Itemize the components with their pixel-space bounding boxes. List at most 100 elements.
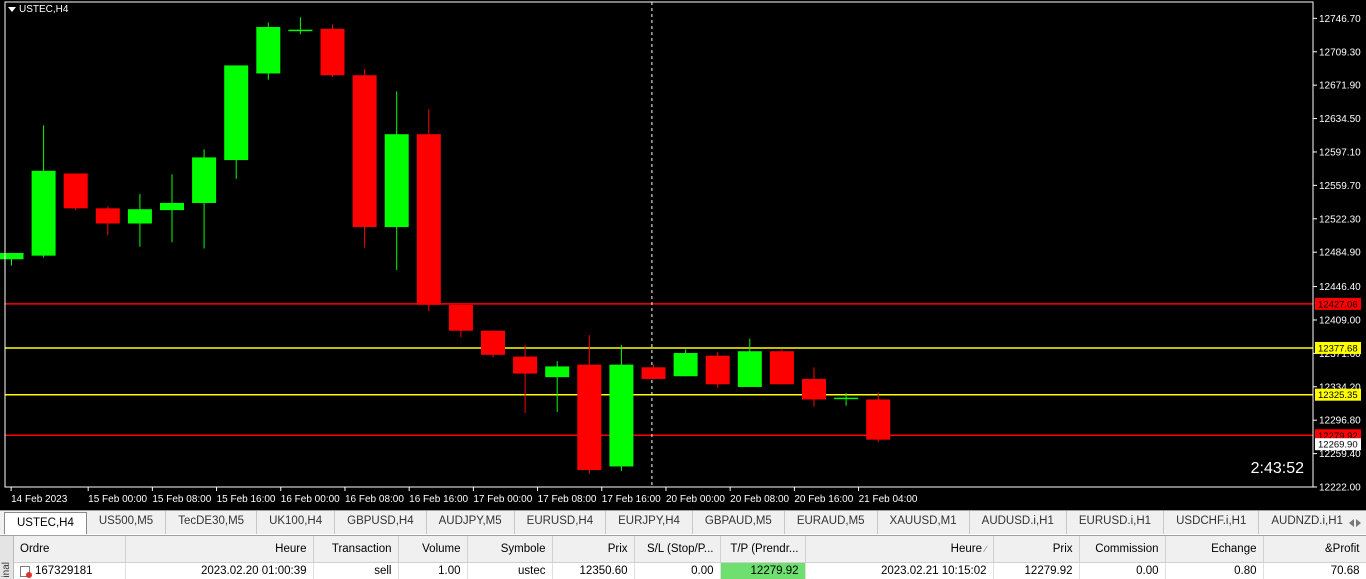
chart-tab[interactable]: UK100,H4: [257, 511, 336, 534]
y-tick-label: 12446.40: [1319, 282, 1361, 293]
terminal-side-tab[interactable]: inal: [0, 536, 14, 579]
symbol-title[interactable]: USTEC,H4: [8, 4, 68, 15]
cell-value: 12279.92: [1024, 565, 1073, 578]
y-tick-label: 12409.00: [1319, 315, 1361, 326]
candle-body: [95, 208, 120, 224]
chart-tab[interactable]: TecDE30,M5: [166, 511, 258, 534]
table-cell: 167329181: [14, 562, 126, 579]
current-price-label: 12269.90: [1318, 440, 1358, 451]
table-cell: 0.80: [1165, 562, 1264, 579]
column-header-label: Transaction: [331, 542, 392, 555]
table-row[interactable]: 167329181 2023.02.20 01:00:39 sell 1.00 uste…: [14, 562, 1366, 579]
table-cell: 12350.60: [552, 562, 635, 579]
chart-area[interactable]: 12746.70 12709.30 12671.90 12634.50 12597.10…: [0, 0, 1366, 510]
cell-value: 167329181: [35, 565, 93, 578]
column-header[interactable]: Symbole: [467, 536, 553, 563]
orders-table: Ordre Heure Transaction Volume Symbole Prix S/…: [14, 536, 1366, 579]
triangle-down-icon: [8, 6, 16, 12]
chart-tab[interactable]: EURUSD.i,H1: [1067, 511, 1165, 534]
candle-body: [641, 367, 666, 379]
candle-body: [192, 157, 217, 203]
candle-body: [224, 65, 249, 161]
candle: [416, 109, 441, 312]
candle-body: [673, 353, 698, 377]
column-header[interactable]: Transaction: [313, 536, 399, 563]
chart-tab[interactable]: AUDNZD.i,H1: [1259, 511, 1356, 534]
x-tick-label: 15 Feb 00:00: [88, 494, 147, 505]
chart-tab[interactable]: USDCHF.i,H1: [1164, 511, 1260, 534]
column-header-label: Prix: [607, 542, 628, 555]
chart-tab[interactable]: EURAUD,M5: [785, 511, 878, 534]
chart-tab[interactable]: GBPAUD,M5: [693, 511, 785, 534]
column-header-label: Commission: [1095, 542, 1159, 555]
x-tick-label: 16 Feb 00:00: [281, 494, 340, 505]
table-cell: 0.00: [1079, 562, 1166, 579]
chart-tab[interactable]: XAUUSD,M1: [878, 511, 970, 534]
x-tick-label: 17 Feb 16:00: [602, 494, 661, 505]
y-tick-label: 12671.90: [1319, 81, 1361, 92]
candle: [63, 173, 88, 211]
chart-tab[interactable]: EURJPY,H4: [606, 511, 693, 534]
column-header[interactable]: T/P (Prendr...: [720, 536, 806, 563]
candle: [320, 24, 345, 78]
y-tick-label: 12559.70: [1319, 181, 1361, 192]
price-chart[interactable]: 12746.70 12709.30 12671.90 12634.50 12597.10…: [0, 0, 1366, 510]
candle-body: [160, 202, 184, 211]
table-header-row: Ordre Heure Transaction Volume Symbole Prix S/…: [14, 536, 1366, 563]
column-header[interactable]: S/L (Stop/P...: [634, 536, 721, 563]
column-header-label: Symbole: [500, 542, 546, 555]
chart-tabs: USTEC,H4 US500,M5 TecDE30,M5 UK100,H4 GBPUSD…: [0, 510, 1366, 534]
candle-body: [481, 330, 505, 355]
x-tick-label: 16 Feb 16:00: [409, 494, 468, 505]
arrow-right-icon[interactable]: [1356, 518, 1361, 527]
column-header[interactable]: Heure ∕: [805, 536, 994, 563]
column-header[interactable]: Heure: [125, 536, 314, 563]
level-price-label: 12325.35: [1318, 390, 1358, 401]
column-header[interactable]: Echange: [1165, 536, 1264, 563]
cell-value: 12350.60: [579, 565, 628, 578]
table-cell: 2023.02.20 01:00:39: [125, 562, 314, 579]
column-header-label: S/L (Stop/P...: [647, 542, 714, 555]
cell-value: 2023.02.21 10:15:02: [880, 565, 987, 578]
sort-indicator-icon: ∕: [984, 543, 987, 554]
candle-body: [802, 378, 826, 400]
chart-tab[interactable]: USTEC,H4: [4, 512, 87, 534]
cell-value: 0.80: [1234, 565, 1257, 578]
column-header[interactable]: Prix: [552, 536, 635, 563]
candle: [256, 22, 281, 80]
candle-body: [737, 351, 762, 387]
chart-tab[interactable]: AUDJPY,M5: [427, 511, 515, 534]
column-header[interactable]: Ordre: [14, 536, 126, 563]
column-header[interactable]: &Profit: [1263, 536, 1366, 563]
column-header-label: Prix: [1052, 542, 1073, 555]
candle-body: [0, 252, 24, 260]
column-header[interactable]: Prix: [993, 536, 1080, 563]
candle-body: [769, 351, 794, 385]
column-header-label: &Profit: [1324, 542, 1360, 555]
x-tick-label: 20 Feb 00:00: [666, 494, 725, 505]
y-tick-label: 12484.90: [1319, 248, 1361, 259]
chart-tab[interactable]: US500,M5: [87, 511, 167, 534]
column-header[interactable]: Commission: [1079, 536, 1166, 563]
table-cell: 12279.92: [720, 562, 806, 579]
y-tick-label: 12709.30: [1319, 47, 1361, 58]
candle-body: [705, 355, 730, 385]
symbol-title-text: USTEC,H4: [19, 4, 69, 15]
x-tick-label: 21 Feb 04:00: [859, 494, 918, 505]
x-tick-label: 16 Feb 08:00: [345, 494, 404, 505]
table-cell: sell: [313, 562, 399, 579]
cell-value: 12279.92: [750, 565, 799, 578]
chart-tab[interactable]: EURUSD,H4: [515, 511, 607, 534]
plot-background: [0, 0, 1366, 510]
candle-body: [609, 364, 634, 467]
column-header-label: Heure: [950, 542, 982, 555]
tab-scroll-nav[interactable]: [1344, 511, 1366, 534]
candle-countdown: 2:43:52: [1250, 460, 1304, 477]
chart-tab[interactable]: AUDUSD.i,H1: [970, 511, 1067, 534]
chart-tab[interactable]: GBPUSD,H4: [335, 511, 427, 534]
column-header[interactable]: Volume: [398, 536, 468, 563]
arrow-left-icon[interactable]: [1349, 518, 1354, 527]
candle-body: [288, 29, 313, 32]
candle-body: [834, 397, 859, 400]
y-tick-label: 12522.30: [1319, 214, 1361, 225]
